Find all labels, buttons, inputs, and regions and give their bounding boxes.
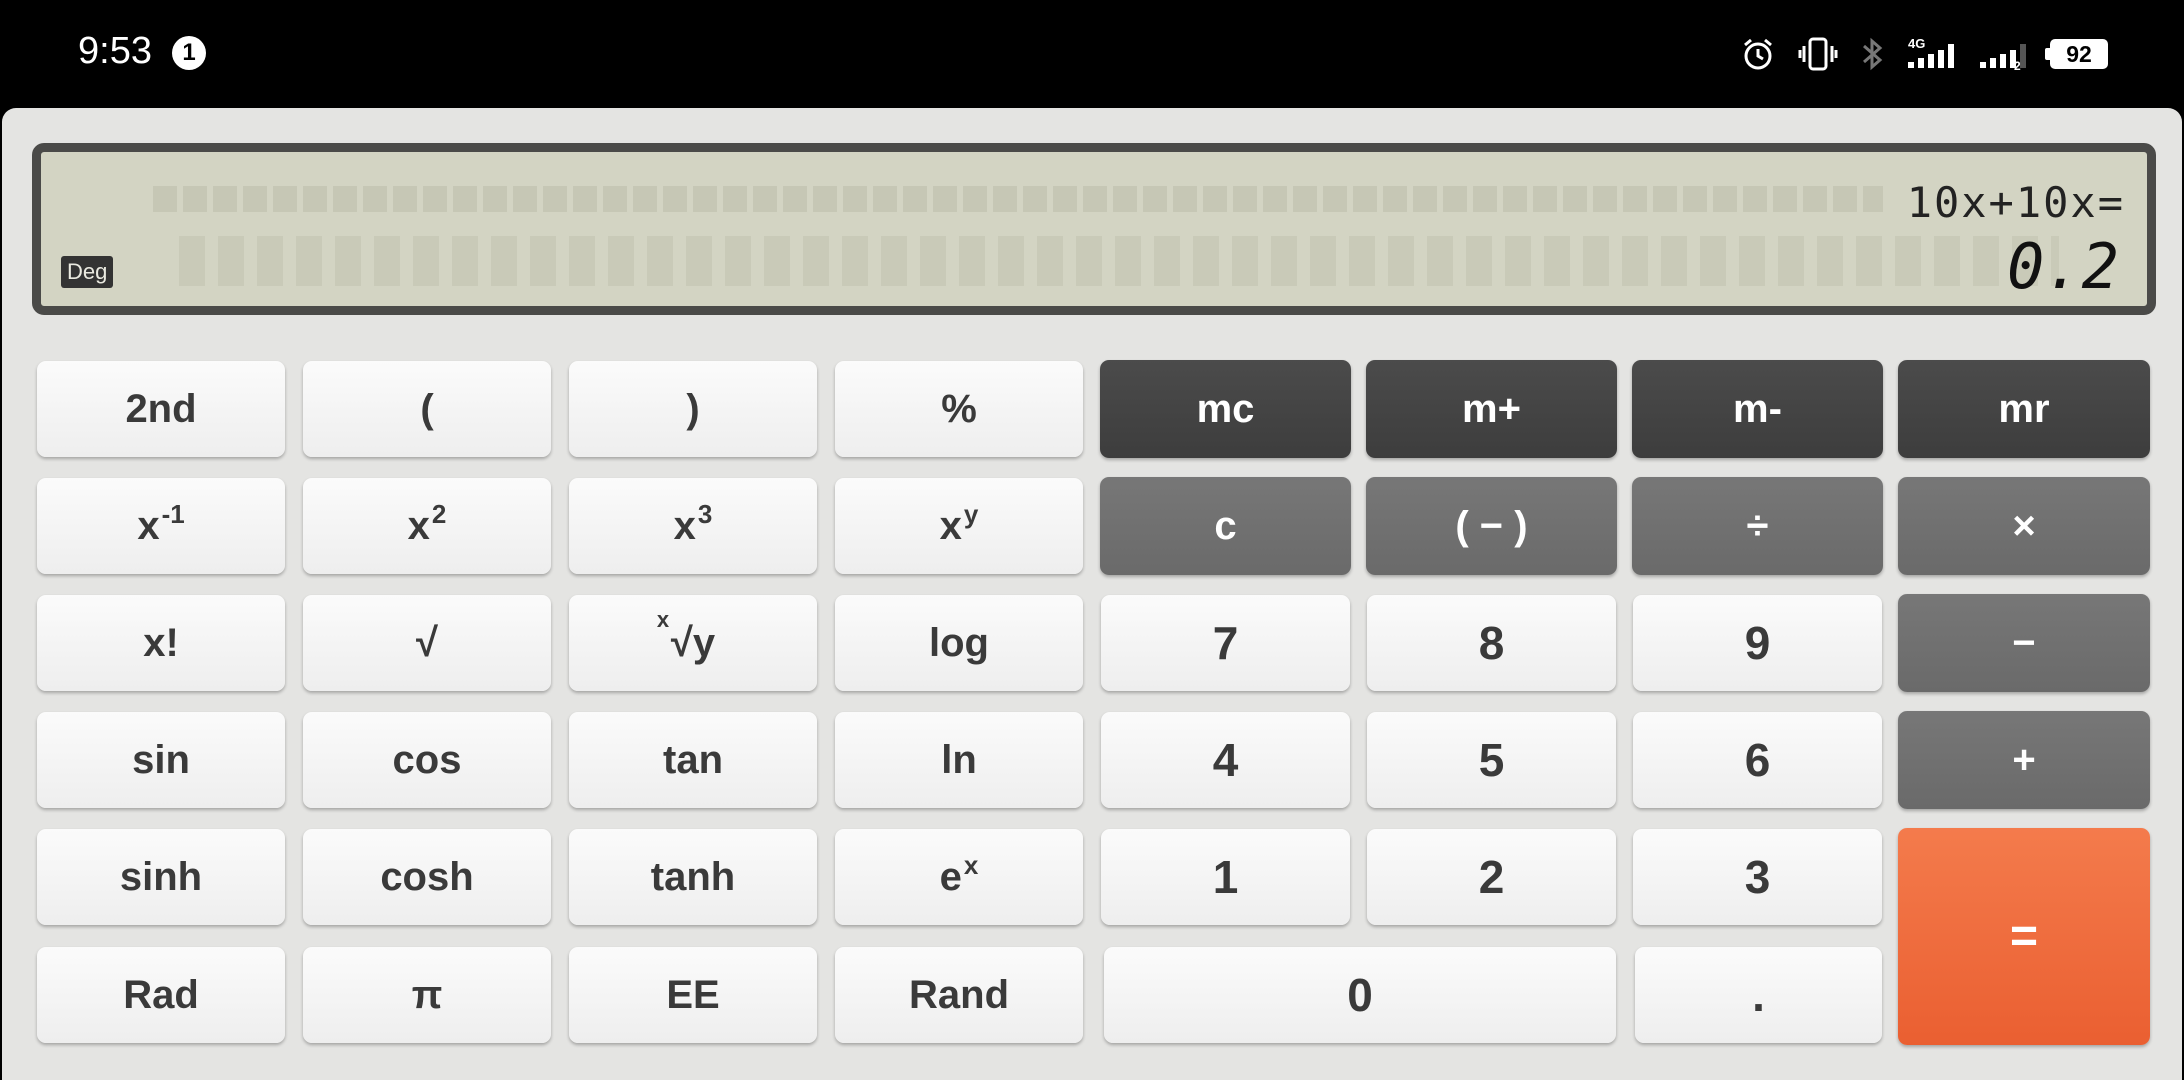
- digit-3-key[interactable]: 3: [1633, 829, 1882, 925]
- svg-text:4G: 4G: [1908, 36, 1925, 51]
- divide-key[interactable]: ÷: [1632, 477, 1883, 575]
- digit-7-key[interactable]: 7: [1101, 595, 1350, 691]
- cos-key[interactable]: cos: [303, 712, 551, 808]
- rad-key[interactable]: Rad: [37, 947, 285, 1043]
- cosh-key[interactable]: cosh: [303, 829, 551, 925]
- second-function-key[interactable]: 2nd: [37, 361, 285, 457]
- negate-key[interactable]: ( − ): [1366, 477, 1617, 575]
- bluetooth-icon: [1863, 37, 1883, 71]
- exponential-key[interactable]: ex: [835, 829, 1083, 925]
- digit-1-key[interactable]: 1: [1101, 829, 1350, 925]
- right-paren-key[interactable]: ): [569, 361, 817, 457]
- ln-key[interactable]: ln: [835, 712, 1083, 808]
- battery-indicator: 92: [2045, 39, 2108, 69]
- clear-key[interactable]: c: [1100, 477, 1351, 575]
- tanh-key[interactable]: tanh: [569, 829, 817, 925]
- pi-key[interactable]: π: [303, 947, 551, 1043]
- status-bar: 9:53 1 4G 2 92: [0, 0, 2184, 108]
- status-time: 9:53: [78, 30, 152, 72]
- log-key[interactable]: log: [835, 595, 1083, 691]
- digit-4-key[interactable]: 4: [1101, 712, 1350, 808]
- signal-icon: 2: [1980, 44, 2026, 72]
- percent-key[interactable]: %: [835, 361, 1083, 457]
- square-key[interactable]: x2: [303, 478, 551, 574]
- expression-text: 10x+10x=: [1906, 178, 2125, 227]
- angle-mode-indicator: Deg: [61, 256, 114, 288]
- lcd-background-row: [179, 236, 2059, 286]
- lcd-background-row: [153, 186, 1883, 212]
- digit-0-key[interactable]: 0: [1104, 947, 1616, 1043]
- multiply-key[interactable]: ×: [1898, 477, 2150, 575]
- calculator-app: 10x+10x= 0.2 Deg 2nd ( ) % mc m+ m- mr x…: [2, 108, 2182, 1080]
- memory-subtract-key[interactable]: m-: [1632, 360, 1883, 458]
- ee-key[interactable]: EE: [569, 947, 817, 1043]
- factorial-key[interactable]: x!: [37, 595, 285, 691]
- sin-key[interactable]: sin: [37, 712, 285, 808]
- square-root-key[interactable]: √: [303, 595, 551, 691]
- digit-8-key[interactable]: 8: [1367, 595, 1616, 691]
- nth-root-key[interactable]: x √y: [569, 595, 817, 691]
- cube-key[interactable]: x3: [569, 478, 817, 574]
- status-icons: 4G 2 92: [1740, 34, 2108, 74]
- sinh-key[interactable]: sinh: [37, 829, 285, 925]
- digit-5-key[interactable]: 5: [1367, 712, 1616, 808]
- add-key[interactable]: +: [1898, 711, 2150, 809]
- decimal-point-key[interactable]: .: [1635, 947, 1882, 1043]
- memory-add-key[interactable]: m+: [1366, 360, 1617, 458]
- calculator-display: 10x+10x= 0.2 Deg: [32, 143, 2156, 315]
- memory-recall-key[interactable]: mr: [1898, 360, 2150, 458]
- result-text: 0.2: [2007, 230, 2119, 303]
- digit-2-key[interactable]: 2: [1367, 829, 1616, 925]
- digit-6-key[interactable]: 6: [1633, 712, 1882, 808]
- reciprocal-key[interactable]: x -1: [37, 478, 285, 574]
- vibrate-icon: [1798, 37, 1838, 71]
- memory-clear-key[interactable]: mc: [1100, 360, 1351, 458]
- left-paren-key[interactable]: (: [303, 361, 551, 457]
- signal-icon: 4G: [1908, 36, 1954, 68]
- equals-key[interactable]: =: [1898, 828, 2150, 1045]
- alarm-icon: [1744, 38, 1772, 70]
- svg-text:2: 2: [2014, 59, 2021, 72]
- digit-9-key[interactable]: 9: [1633, 595, 1882, 691]
- tan-key[interactable]: tan: [569, 712, 817, 808]
- power-key[interactable]: xy: [835, 478, 1083, 574]
- notification-badge: 1: [172, 36, 206, 70]
- rand-key[interactable]: Rand: [835, 947, 1083, 1043]
- subtract-key[interactable]: −: [1898, 594, 2150, 692]
